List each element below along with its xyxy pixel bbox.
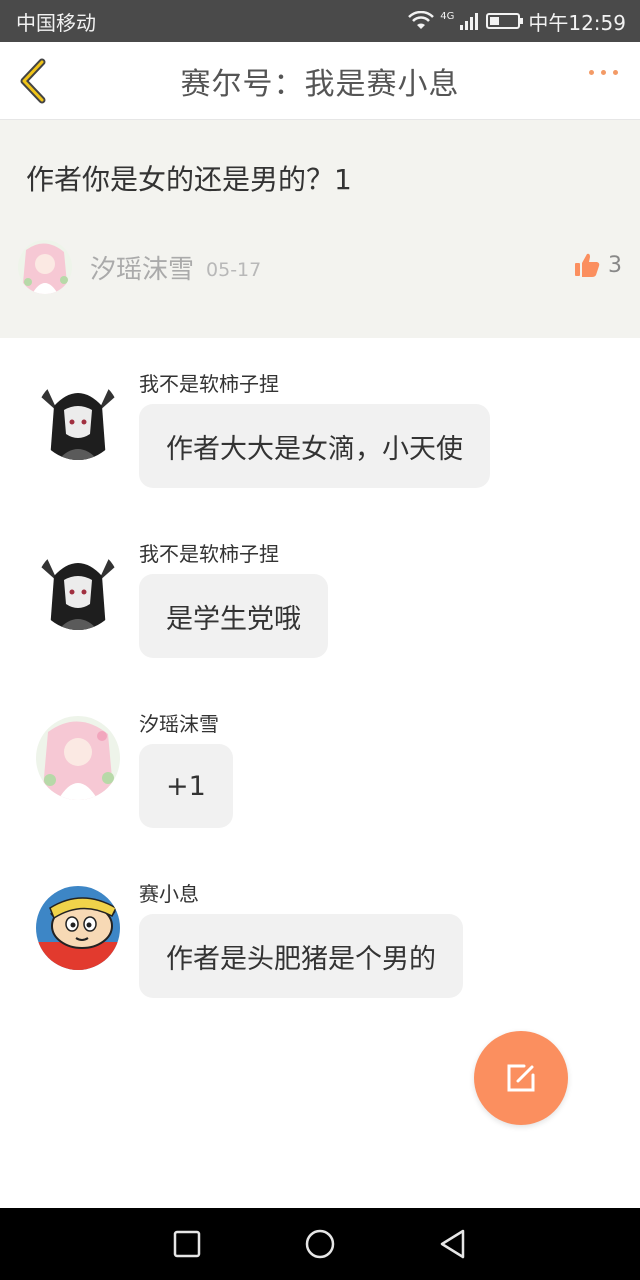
carrier-label: 中国移动 <box>16 10 96 35</box>
pink-haired-girl-avatar <box>36 716 120 800</box>
battery-fill <box>490 17 500 25</box>
comment-avatar[interactable] <box>36 376 120 460</box>
post-meta: 汐瑶沫雪 05-17 <box>18 240 261 294</box>
comment-bubble: 作者是头肥猪是个男的 <box>139 914 463 998</box>
comment-bubble: +1 <box>139 744 233 828</box>
post-content: 作者你是女的还是男的？1 <box>26 163 352 196</box>
system-back-button[interactable] <box>423 1214 483 1274</box>
post-date: 05-17 <box>206 259 262 281</box>
comment-avatar[interactable] <box>36 886 120 970</box>
page-title: 赛尔号：我是赛小息 <box>180 66 460 102</box>
chevron-left-icon <box>20 58 46 104</box>
comment-bubble: 作者大大是女滴，小天使 <box>139 404 490 488</box>
comment-author[interactable]: 赛小息 <box>139 878 199 907</box>
signal-icon <box>460 12 479 30</box>
back-button[interactable] <box>14 58 58 104</box>
network-type-label: 4G <box>440 11 455 22</box>
comment-author[interactable]: 我不是软柿子捏 <box>139 368 279 397</box>
post-author[interactable]: 汐瑶沫雪 <box>90 249 194 286</box>
like-button[interactable]: 3 <box>574 252 622 278</box>
clock-label: 中午12:59 <box>528 10 626 35</box>
header: 赛尔号：我是赛小息 <box>0 42 640 120</box>
more-button[interactable] <box>589 70 618 75</box>
dark-haired-girl-avatar <box>36 546 120 630</box>
status-icons: 4G <box>408 11 479 31</box>
more-dot <box>589 70 594 75</box>
like-count: 3 <box>608 252 622 278</box>
comment-avatar[interactable] <box>36 716 120 800</box>
triangle-back-icon <box>441 1229 465 1259</box>
comment-author[interactable]: 汐瑶沫雪 <box>139 708 219 737</box>
circle-icon <box>305 1229 335 1259</box>
battery-icon <box>486 13 524 29</box>
square-icon <box>173 1230 200 1258</box>
original-post: 作者你是女的还是男的？1 汐瑶沫雪 05-17 3 <box>0 120 640 338</box>
edit-icon <box>507 1064 535 1092</box>
post-author-avatar[interactable] <box>18 240 72 294</box>
recent-apps-button[interactable] <box>157 1214 217 1274</box>
compose-button[interactable] <box>474 1031 568 1125</box>
home-button[interactable] <box>290 1214 350 1274</box>
comment-bubble: 是学生党哦 <box>139 574 328 658</box>
more-dot <box>601 70 606 75</box>
status-right: 4G 中午12:59 <box>408 7 626 36</box>
wifi-icon <box>408 11 435 29</box>
dark-haired-girl-avatar <box>36 376 120 460</box>
cartoon-boy-avatar <box>36 886 120 970</box>
navigation-bar <box>0 1208 640 1280</box>
status-bar: 中国移动 4G 中午12:59 <box>0 0 640 42</box>
thumbs-up-icon <box>575 253 600 277</box>
comment-author[interactable]: 我不是软柿子捏 <box>139 538 279 567</box>
more-dot <box>613 70 618 75</box>
comment-avatar[interactable] <box>36 546 120 630</box>
